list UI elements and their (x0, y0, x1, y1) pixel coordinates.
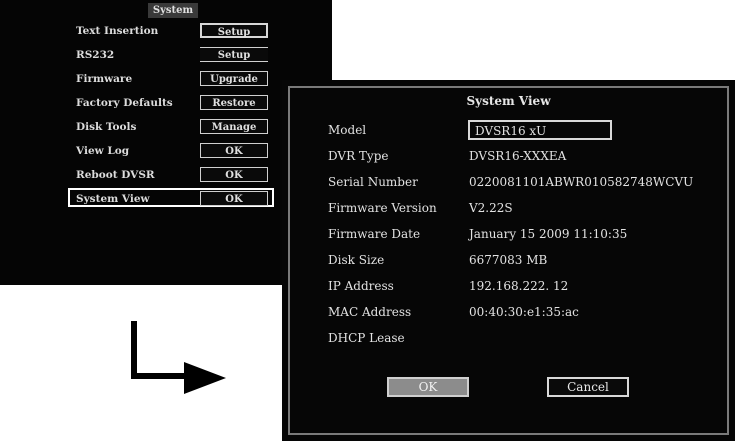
field-row-dhcp-lease: DHCP Lease (282, 326, 735, 350)
text-insertion-setup-button[interactable]: Setup (200, 23, 268, 38)
system-view-title: System View (466, 94, 551, 108)
field-row-ip-address: IP Address 192.168.222. 12 (282, 274, 735, 298)
disk-tools-manage-button[interactable]: Manage (200, 119, 268, 134)
menu-label-firmware: Firmware (76, 73, 133, 85)
ok-button[interactable]: OK (387, 377, 469, 397)
field-label-mac-address: MAC Address (328, 305, 412, 319)
field-label-disk-size: Disk Size (328, 253, 385, 267)
arrow-down-right-icon (131, 321, 226, 394)
menu-label-text-insertion: Text Insertion (76, 25, 159, 37)
cancel-button[interactable]: Cancel (547, 377, 629, 397)
field-label-firmware-version: Firmware Version (328, 201, 437, 215)
system-view-ok-button[interactable]: OK (200, 191, 268, 206)
field-value-firmware-date: January 15 2009 11:10:35 (469, 227, 628, 241)
field-row-mac-address: MAC Address 00:40:30:e1:35:ac (282, 300, 735, 324)
field-label-serial-number: Serial Number (328, 175, 418, 189)
rs232-setup-button[interactable]: Setup (200, 47, 268, 62)
menu-label-rs232: RS232 (76, 49, 115, 61)
field-label-dhcp-lease: DHCP Lease (328, 331, 405, 345)
system-view-window: System View Model DVSR16 xU DVR Type DVS… (282, 80, 735, 441)
field-value-disk-size: 6677083 MB (469, 253, 548, 267)
field-row-model: Model DVSR16 xU (282, 118, 735, 142)
reboot-dvsr-ok-button[interactable]: OK (200, 167, 268, 182)
field-label-firmware-date: Firmware Date (328, 227, 421, 241)
factory-defaults-restore-button[interactable]: Restore (200, 95, 268, 110)
view-log-ok-button[interactable]: OK (200, 143, 268, 158)
field-label-dvr-type: DVR Type (328, 149, 389, 163)
field-label-ip-address: IP Address (328, 279, 394, 293)
field-row-firmware-version: Firmware Version V2.22S (282, 196, 735, 220)
field-value-serial-number: 0220081101ABWR010582748WCVU (469, 175, 694, 189)
field-value-dvr-type: DVSR16-XXXEA (469, 149, 567, 163)
field-value-ip-address: 192.168.222. 12 (469, 279, 569, 293)
firmware-upgrade-button[interactable]: Upgrade (200, 71, 268, 86)
menu-label-factory-defaults: Factory Defaults (76, 97, 173, 109)
menu-row-text-insertion: Text Insertion Setup (0, 21, 332, 41)
menu-row-rs232: RS232 Setup (0, 45, 332, 65)
field-row-disk-size: Disk Size 6677083 MB (282, 248, 735, 272)
system-menu-title: System (148, 3, 198, 18)
menu-label-reboot-dvsr: Reboot DVSR (76, 169, 155, 181)
field-value-firmware-version: V2.22S (469, 201, 513, 215)
field-row-dvr-type: DVR Type DVSR16-XXXEA (282, 144, 735, 168)
field-label-model: Model (328, 123, 367, 137)
model-value-field[interactable]: DVSR16 xU (468, 120, 612, 140)
field-value-mac-address: 00:40:30:e1:35:ac (469, 305, 579, 319)
menu-label-disk-tools: Disk Tools (76, 121, 137, 133)
field-row-firmware-date: Firmware Date January 15 2009 11:10:35 (282, 222, 735, 246)
menu-label-view-log: View Log (76, 145, 130, 157)
field-row-serial-number: Serial Number 0220081101ABWR010582748WCV… (282, 170, 735, 194)
menu-label-system-view: System View (76, 193, 150, 205)
